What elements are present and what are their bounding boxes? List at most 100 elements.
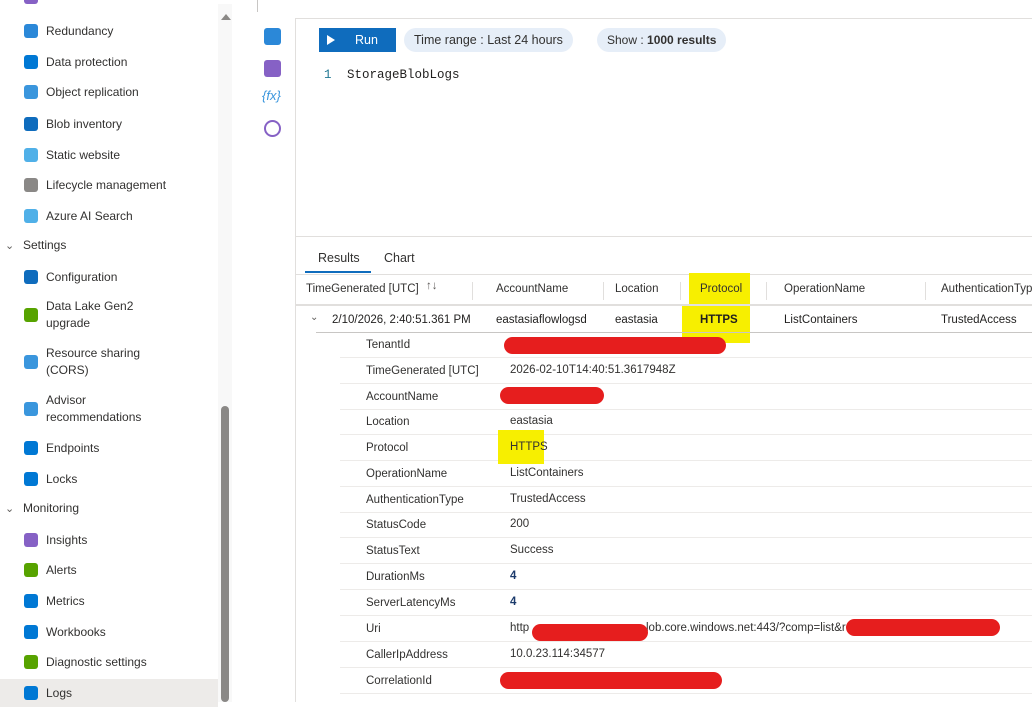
play-icon bbox=[327, 35, 335, 45]
sidebar-item-advisor[interactable]: Advisor recommendations bbox=[0, 389, 218, 429]
sidebar-item-data-protection[interactable]: Data protection bbox=[0, 48, 218, 76]
time-range-button[interactable]: Time range : Last 24 hours bbox=[404, 28, 573, 52]
sidebar-item-locks[interactable]: Locks bbox=[0, 465, 218, 493]
lifecycle-management-icon bbox=[24, 178, 38, 192]
detail-row: TimeGenerated [UTC] 2026-02-10T14:40:51.3… bbox=[340, 359, 1032, 384]
sidebar-item-label: Configuration bbox=[46, 269, 118, 284]
sidebar-item-configuration[interactable]: Configuration bbox=[0, 263, 218, 291]
workbooks-icon bbox=[24, 625, 38, 639]
tables-icon[interactable] bbox=[264, 28, 281, 45]
detail-row: Protocol HTTPS bbox=[340, 430, 1032, 464]
sidebar-item-workbooks[interactable]: Workbooks bbox=[0, 618, 218, 646]
sidebar-item-label: Redundancy bbox=[46, 23, 114, 38]
sidebar-item-label: Data Lake Gen2 upgrade bbox=[46, 299, 134, 330]
show-results-button[interactable]: Show : 1000 results bbox=[597, 28, 727, 52]
table-cell: eastasiaflowlogsd bbox=[496, 314, 587, 326]
logs-icon bbox=[24, 686, 38, 700]
table-cell: 2/10/2026, 2:40:51.361 PM bbox=[332, 314, 471, 326]
tab-chart[interactable]: Chart bbox=[384, 251, 415, 265]
sidebar-item-label: Endpoints bbox=[46, 440, 100, 455]
table-cell: ListContainers bbox=[784, 314, 858, 326]
column-separator[interactable] bbox=[925, 282, 926, 300]
column-header[interactable]: OperationName bbox=[784, 283, 865, 295]
resource-sharing-icon bbox=[24, 355, 38, 369]
query-text: StorageBlobLogs bbox=[347, 68, 460, 82]
column-header[interactable]: AuthenticationTyp bbox=[941, 283, 1032, 295]
column-separator[interactable] bbox=[766, 282, 767, 300]
sidebar-item-metrics[interactable]: Metrics bbox=[0, 587, 218, 615]
sidebar-item-label: Blob inventory bbox=[46, 116, 123, 131]
sidebar-item-blob-inventory[interactable]: Blob inventory bbox=[0, 110, 218, 138]
chevron-down-icon: ⌄ bbox=[5, 502, 15, 515]
metrics-icon bbox=[24, 594, 38, 608]
sidebar-group[interactable]: ⌄ Settings bbox=[0, 233, 218, 257]
azure-ai-search-icon bbox=[24, 209, 38, 223]
data-lake-gen2-icon bbox=[24, 308, 38, 322]
sidebar-item-lifecycle-management[interactable]: Lifecycle management bbox=[0, 171, 218, 199]
sidebar-item-logs[interactable]: Logs bbox=[0, 679, 218, 707]
divider bbox=[296, 274, 1032, 275]
column-separator[interactable] bbox=[680, 282, 681, 300]
configuration-icon bbox=[24, 270, 38, 284]
query-editor[interactable]: 1 StorageBlobLogs bbox=[296, 62, 1032, 236]
table-cell: TrustedAccess bbox=[941, 314, 1017, 326]
run-button[interactable]: Run bbox=[319, 28, 396, 52]
detail-row: StatusCode 200 bbox=[340, 513, 1032, 538]
line-number: 1 bbox=[324, 68, 332, 82]
sidebar-item-label: Metrics bbox=[46, 593, 85, 608]
sidebar-item-diagnostic-settings[interactable]: Diagnostic settings bbox=[0, 648, 218, 676]
sidebar-item-label: Lifecycle management bbox=[46, 177, 167, 192]
sidebar-item-data-lake-gen2[interactable]: Data Lake Gen2 upgrade bbox=[0, 295, 218, 335]
sidebar-item-label: Object replication bbox=[46, 84, 139, 99]
column-header[interactable]: TimeGenerated [UTC] bbox=[306, 283, 419, 295]
query-history-icon[interactable] bbox=[264, 120, 281, 137]
sidebar-item-insights[interactable]: Insights bbox=[0, 526, 218, 554]
column-header[interactable]: Location bbox=[615, 283, 658, 295]
sidebar-scrollbar[interactable] bbox=[218, 4, 232, 702]
scroll-thumb[interactable] bbox=[221, 406, 229, 702]
chevron-down-icon: ⌄ bbox=[5, 239, 15, 252]
scroll-up-arrow[interactable] bbox=[221, 14, 231, 20]
advisor-icon bbox=[24, 402, 38, 416]
sidebar-item-label: Static website bbox=[46, 147, 121, 162]
sidebar-item-resource-sharing[interactable]: Resource sharing (CORS) bbox=[0, 342, 218, 382]
sort-icon[interactable]: ↑↓ bbox=[426, 280, 438, 292]
redacted-mark bbox=[846, 619, 1000, 636]
queries-icon[interactable] bbox=[264, 60, 281, 77]
sidebar-item-endpoints[interactable]: Endpoints bbox=[0, 434, 218, 462]
sidebar: Redundancy Data protection Object replicat… bbox=[0, 0, 218, 707]
sidebar-item-azure-ai-search[interactable]: Azure AI Search bbox=[0, 202, 218, 230]
table-cell: eastasia bbox=[615, 314, 658, 326]
column-separator[interactable] bbox=[472, 282, 473, 300]
partial-item-icon bbox=[24, 0, 38, 4]
detail-row: OperationName ListContainers bbox=[340, 462, 1032, 487]
divider bbox=[257, 0, 258, 12]
sidebar-item-label: Workbooks bbox=[46, 624, 106, 639]
sidebar-item-label: Diagnostic settings bbox=[46, 654, 147, 669]
insights-icon bbox=[24, 533, 38, 547]
sidebar-item-static-website[interactable]: Static website bbox=[0, 141, 218, 169]
tab-results[interactable]: Results bbox=[318, 251, 360, 265]
table-cell: HTTPS bbox=[700, 314, 738, 326]
expand-row-chevron[interactable]: ⌄ bbox=[310, 312, 318, 323]
detail-row: Location eastasia bbox=[340, 410, 1032, 435]
endpoints-icon bbox=[24, 441, 38, 455]
redundancy-icon bbox=[24, 24, 38, 38]
sidebar-item-label: Advisor recommendations bbox=[46, 393, 142, 424]
sidebar-item-alerts[interactable]: Alerts bbox=[0, 556, 218, 584]
header-divider bbox=[296, 304, 1032, 306]
detail-row: AuthenticationType TrustedAccess bbox=[340, 488, 1032, 513]
column-separator[interactable] bbox=[603, 282, 604, 300]
redacted-mark bbox=[532, 624, 648, 641]
alerts-icon bbox=[24, 563, 38, 577]
sidebar-item-redundancy[interactable]: Redundancy bbox=[0, 17, 218, 45]
sidebar-item-label: Alerts bbox=[46, 562, 77, 577]
functions-icon[interactable]: {fx} bbox=[262, 88, 281, 103]
sidebar-group[interactable]: ⌄ Monitoring bbox=[0, 496, 218, 520]
sidebar-item-object-replication[interactable]: Object replication bbox=[0, 78, 218, 106]
diagnostic-settings-icon bbox=[24, 655, 38, 669]
detail-row: ServerLatencyMs 4 bbox=[340, 591, 1032, 616]
column-header[interactable]: AccountName bbox=[496, 283, 568, 295]
column-header[interactable]: Protocol bbox=[700, 283, 742, 295]
detail-row: AccountName bbox=[340, 385, 1032, 410]
